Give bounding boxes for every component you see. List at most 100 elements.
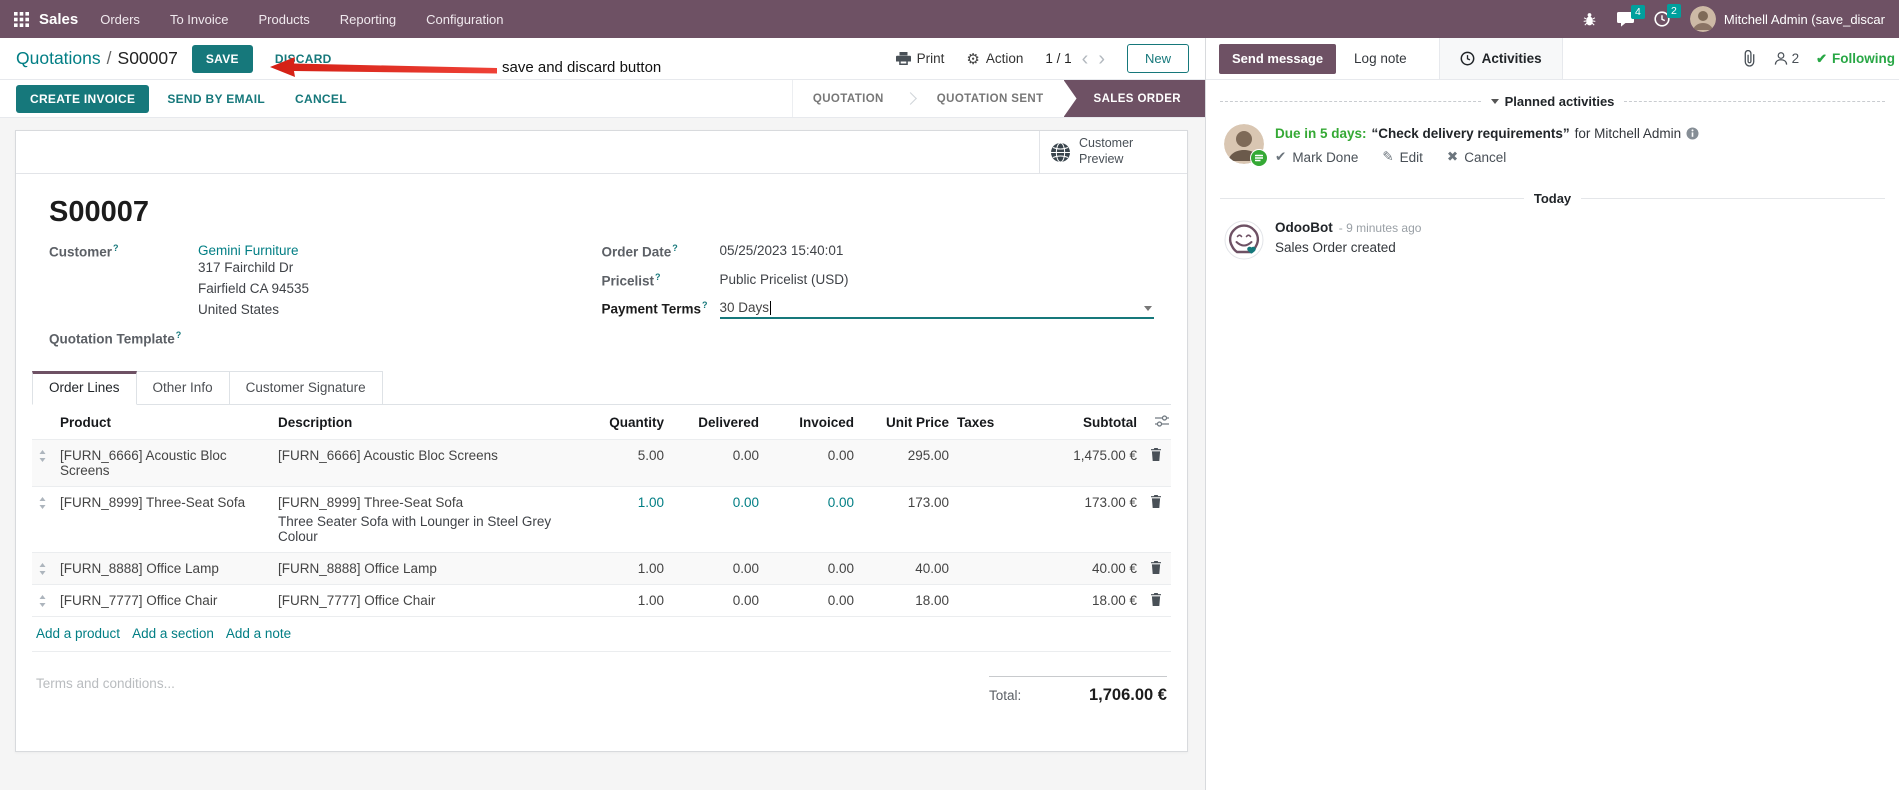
create-invoice-button[interactable]: CREATE INVOICE bbox=[16, 84, 150, 113]
cell-quantity[interactable]: 1.00 bbox=[583, 585, 668, 616]
app-name[interactable]: Sales bbox=[39, 11, 78, 28]
pricelist-value[interactable]: Public Pricelist (USD) bbox=[720, 272, 849, 289]
menu-to-invoice[interactable]: To Invoice bbox=[170, 12, 229, 27]
pager-next-icon[interactable]: › bbox=[1098, 49, 1105, 69]
col-invoiced[interactable]: Invoiced bbox=[763, 405, 858, 439]
menu-configuration[interactable]: Configuration bbox=[426, 12, 503, 27]
cell-quantity[interactable]: 1.00 bbox=[583, 553, 668, 584]
send-message-button[interactable]: Send message bbox=[1219, 43, 1337, 74]
add-note-link[interactable]: Add a note bbox=[226, 626, 291, 641]
status-quotation-sent[interactable]: QUOTATION SENT bbox=[917, 80, 1064, 117]
breadcrumb-quotations[interactable]: Quotations bbox=[16, 48, 101, 69]
col-unit-price[interactable]: Unit Price bbox=[858, 405, 953, 439]
menu-orders[interactable]: Orders bbox=[100, 12, 140, 27]
delete-line-icon[interactable] bbox=[1141, 440, 1171, 464]
delete-line-icon[interactable] bbox=[1141, 585, 1171, 609]
drag-handle-icon[interactable] bbox=[32, 553, 56, 578]
planned-activities-toggle[interactable]: Planned activities bbox=[1490, 94, 1614, 109]
cell-description[interactable]: [FURN_7777] Office Chair bbox=[274, 585, 583, 616]
tab-customer-signature[interactable]: Customer Signature bbox=[229, 371, 383, 406]
info-icon[interactable] bbox=[1686, 127, 1699, 140]
cell-delivered[interactable]: 0.00 bbox=[668, 487, 763, 518]
cell-taxes[interactable] bbox=[953, 585, 1033, 601]
cell-unit-price[interactable]: 40.00 bbox=[858, 553, 953, 584]
customer-preview-button[interactable]: Customer Preview bbox=[1039, 131, 1187, 173]
chevron-down-icon[interactable] bbox=[1144, 306, 1152, 311]
cell-invoiced[interactable]: 0.00 bbox=[763, 553, 858, 584]
cell-unit-price[interactable]: 295.00 bbox=[858, 440, 953, 471]
col-subtotal[interactable]: Subtotal bbox=[1033, 405, 1141, 439]
status-quotation[interactable]: QUOTATION bbox=[793, 80, 904, 117]
following-button[interactable]: ✔ Following bbox=[1816, 51, 1895, 67]
cell-invoiced[interactable]: 0.00 bbox=[763, 487, 858, 518]
cell-product[interactable]: [FURN_8999] Three-Seat Sofa bbox=[56, 487, 274, 518]
menu-reporting[interactable]: Reporting bbox=[340, 12, 396, 27]
cell-taxes[interactable] bbox=[953, 440, 1033, 456]
delete-line-icon[interactable] bbox=[1141, 553, 1171, 577]
save-button[interactable]: SAVE bbox=[191, 44, 253, 73]
pager-previous-icon[interactable]: ‹ bbox=[1082, 49, 1089, 69]
order-date-value[interactable]: 05/25/2023 15:40:01 bbox=[720, 243, 844, 260]
col-quantity[interactable]: Quantity bbox=[583, 405, 668, 439]
col-taxes[interactable]: Taxes bbox=[953, 405, 1033, 439]
col-product[interactable]: Product bbox=[56, 405, 274, 439]
attachment-paperclip-icon[interactable] bbox=[1742, 50, 1757, 67]
tab-other-info[interactable]: Other Info bbox=[136, 371, 230, 406]
print-button[interactable]: Print bbox=[895, 51, 944, 66]
optional-columns-icon[interactable] bbox=[1141, 405, 1171, 439]
cell-product[interactable]: [FURN_6666] Acoustic Bloc Screens bbox=[56, 440, 274, 486]
cell-taxes[interactable] bbox=[953, 553, 1033, 569]
drag-handle-icon[interactable] bbox=[32, 487, 56, 512]
cell-description[interactable]: [FURN_8888] Office Lamp bbox=[274, 553, 583, 584]
cancel-button[interactable]: CANCEL bbox=[283, 85, 359, 113]
new-button[interactable]: New bbox=[1126, 44, 1189, 73]
customer-link[interactable]: Gemini Furniture bbox=[198, 243, 299, 258]
message-author[interactable]: OdooBot bbox=[1275, 220, 1333, 235]
col-description[interactable]: Description bbox=[274, 405, 583, 439]
cell-description[interactable]: [FURN_8999] Three-Seat Sofa bbox=[278, 495, 579, 510]
cell-description[interactable]: [FURN_6666] Acoustic Bloc Screens bbox=[274, 440, 583, 471]
cell-quantity[interactable]: 1.00 bbox=[583, 487, 668, 518]
table-row[interactable]: [FURN_8999] Three-Seat Sofa [FURN_8999] … bbox=[32, 487, 1171, 554]
breadcrumb: Quotations / S00007 bbox=[16, 48, 178, 69]
cell-invoiced[interactable]: 0.00 bbox=[763, 440, 858, 471]
cell-delivered[interactable]: 0.00 bbox=[668, 553, 763, 584]
mark-done-button[interactable]: ✔ Mark Done bbox=[1275, 149, 1358, 165]
cell-quantity[interactable]: 5.00 bbox=[583, 440, 668, 471]
terms-and-conditions-input[interactable]: Terms and conditions... bbox=[36, 676, 175, 705]
cell-unit-price[interactable]: 173.00 bbox=[858, 487, 953, 518]
add-section-link[interactable]: Add a section bbox=[132, 626, 214, 641]
activities-button[interactable]: Activities bbox=[1438, 38, 1563, 79]
cell-delivered[interactable]: 0.00 bbox=[668, 585, 763, 616]
col-delivered[interactable]: Delivered bbox=[668, 405, 763, 439]
cancel-activity-button[interactable]: ✖ Cancel bbox=[1447, 149, 1506, 165]
apps-grid-icon[interactable] bbox=[14, 11, 29, 27]
bug-icon[interactable] bbox=[1582, 12, 1597, 27]
activities-clock-icon[interactable]: 2 bbox=[1654, 4, 1681, 27]
cell-product[interactable]: [FURN_8888] Office Lamp bbox=[56, 553, 274, 584]
cell-invoiced[interactable]: 0.00 bbox=[763, 585, 858, 616]
user-menu[interactable]: Mitchell Admin (save_discar bbox=[1689, 6, 1885, 32]
cell-description-line2[interactable]: Three Seater Sofa with Lounger in Steel … bbox=[278, 514, 579, 544]
send-by-email-button[interactable]: SEND BY EMAIL bbox=[155, 85, 277, 113]
table-row[interactable]: [FURN_6666] Acoustic Bloc Screens [FURN_… bbox=[32, 440, 1171, 488]
delete-line-icon[interactable] bbox=[1141, 487, 1171, 511]
edit-activity-button[interactable]: ✎ Edit bbox=[1382, 149, 1423, 165]
followers-button[interactable]: 2 bbox=[1774, 51, 1799, 66]
drag-handle-icon[interactable] bbox=[32, 440, 56, 465]
cell-delivered[interactable]: 0.00 bbox=[668, 440, 763, 471]
cell-unit-price[interactable]: 18.00 bbox=[858, 585, 953, 616]
drag-handle-icon[interactable] bbox=[32, 585, 56, 610]
action-button[interactable]: ⚙ Action bbox=[966, 50, 1023, 68]
cell-product[interactable]: [FURN_7777] Office Chair bbox=[56, 585, 274, 616]
cell-taxes[interactable] bbox=[953, 487, 1033, 503]
menu-products[interactable]: Products bbox=[258, 12, 309, 27]
tab-order-lines[interactable]: Order Lines bbox=[32, 371, 137, 406]
payment-terms-input[interactable]: 30 Days bbox=[719, 300, 1154, 319]
log-note-button[interactable]: Log note bbox=[1336, 38, 1425, 79]
table-row[interactable]: [FURN_8888] Office Lamp [FURN_8888] Offi… bbox=[32, 553, 1171, 586]
messages-icon[interactable]: 4 bbox=[1616, 4, 1645, 27]
add-product-link[interactable]: Add a product bbox=[36, 626, 120, 641]
table-row[interactable]: [FURN_7777] Office Chair [FURN_7777] Off… bbox=[32, 585, 1171, 618]
status-sales-order[interactable]: SALES ORDER bbox=[1063, 80, 1205, 117]
